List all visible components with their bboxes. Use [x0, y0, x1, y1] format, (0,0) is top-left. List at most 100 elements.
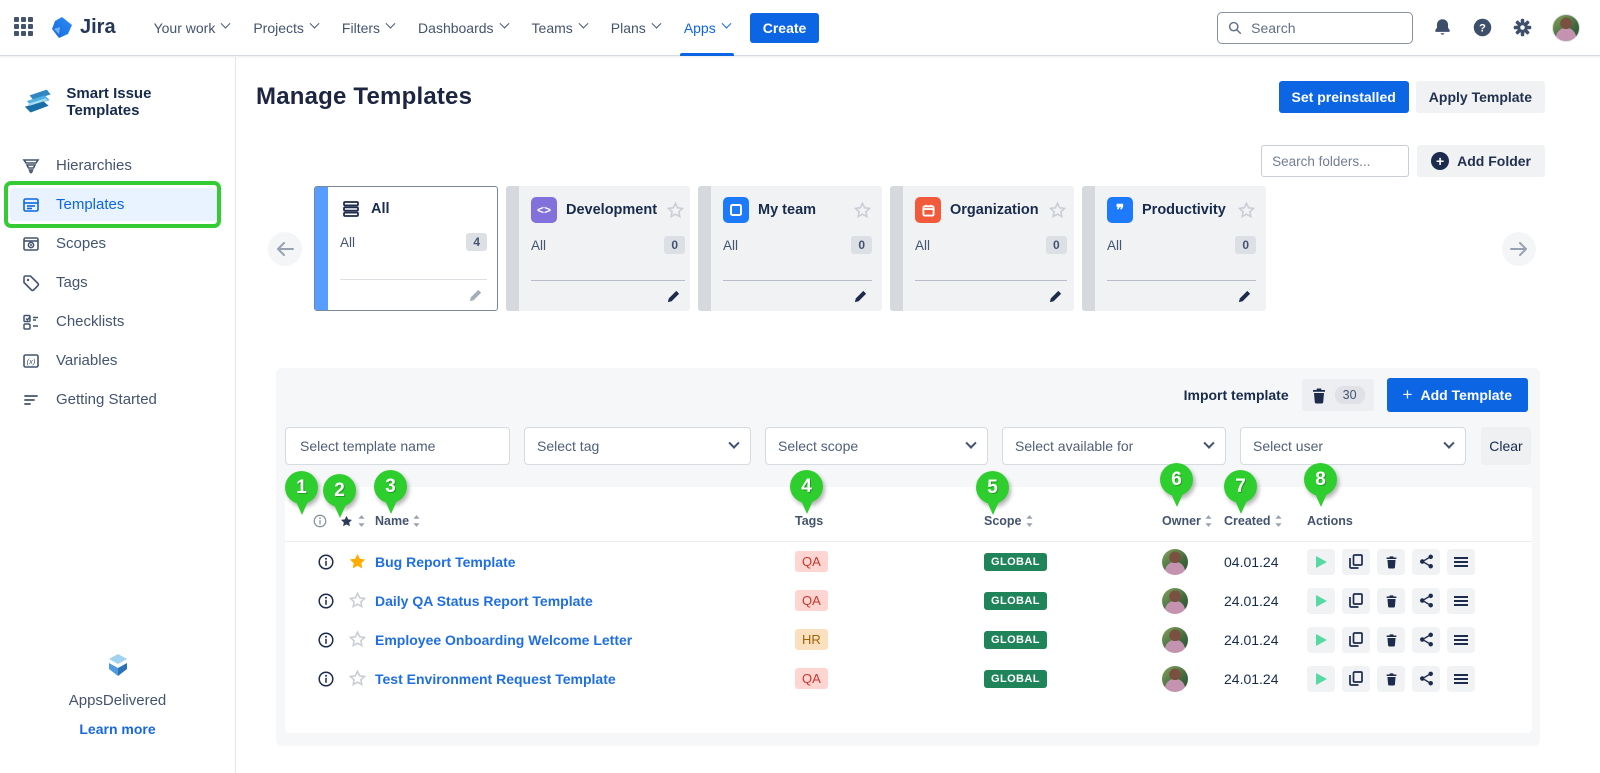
settings-button[interactable]	[1512, 17, 1533, 38]
create-button[interactable]: Create	[750, 13, 820, 43]
filter-user-select[interactable]: Select user	[1240, 427, 1466, 465]
play-icon	[1315, 594, 1328, 608]
row-favorite-button[interactable]	[339, 591, 375, 610]
share-button[interactable]	[1412, 666, 1440, 692]
owner-avatar	[1162, 549, 1188, 575]
nav-dashboards[interactable]: Dashboards	[406, 0, 520, 56]
import-template-link[interactable]: Import template	[1184, 387, 1289, 403]
delete-button[interactable]	[1377, 666, 1405, 692]
template-name-input[interactable]	[298, 437, 497, 455]
col-scope[interactable]: Scope	[984, 514, 1162, 528]
nav-teams[interactable]: Teams	[520, 0, 599, 56]
copy-button[interactable]	[1342, 549, 1370, 575]
folder-card-organization[interactable]: Organization All 0	[890, 186, 1074, 311]
edit-pencil-icon[interactable]	[1237, 289, 1252, 304]
row-info-button[interactable]	[313, 671, 339, 687]
nav-your-work[interactable]: Your work	[142, 0, 242, 56]
more-menu-button[interactable]	[1447, 666, 1475, 692]
template-name-link[interactable]: Employee Onboarding Welcome Letter	[375, 632, 795, 648]
add-folder-button[interactable]: + Add Folder	[1417, 145, 1545, 177]
star-icon[interactable]	[666, 201, 685, 220]
search-folders-input[interactable]	[1261, 145, 1409, 177]
info-icon	[318, 554, 334, 570]
filter-available-for-select[interactable]: Select available for	[1002, 427, 1226, 465]
nav-filters[interactable]: Filters	[330, 0, 406, 56]
apply-play-button[interactable]	[1307, 627, 1335, 653]
clear-filters-button[interactable]: Clear	[1481, 427, 1531, 465]
nav-apps[interactable]: Apps	[672, 0, 742, 56]
set-preinstalled-button[interactable]: Set preinstalled	[1279, 81, 1409, 113]
apply-play-button[interactable]	[1307, 588, 1335, 614]
sidebar-item-scopes[interactable]: Scopes	[10, 227, 217, 260]
sidebar-item-templates[interactable]: Templates	[10, 188, 217, 221]
delete-button[interactable]	[1377, 549, 1405, 575]
template-name-link[interactable]: Test Environment Request Template	[375, 671, 795, 687]
edit-pencil-icon[interactable]	[853, 289, 868, 304]
sidebar-item-checklists[interactable]: Checklists	[10, 305, 217, 338]
edit-pencil-icon[interactable]	[1048, 289, 1063, 304]
folder-name: Organization	[950, 202, 1039, 218]
notifications-button[interactable]	[1432, 17, 1453, 38]
filter-scope-select[interactable]: Select scope	[765, 427, 988, 465]
app-switcher-icon[interactable]	[14, 17, 36, 39]
row-favorite-button[interactable]	[339, 552, 375, 571]
card-stripe	[698, 186, 711, 311]
sidebar-item-variables[interactable]: (x) Variables	[10, 344, 217, 377]
copy-button[interactable]	[1342, 666, 1370, 692]
star-icon[interactable]	[1237, 201, 1256, 220]
bulk-trash-button[interactable]: 30	[1302, 379, 1374, 411]
share-button[interactable]	[1412, 549, 1440, 575]
folder-card-all[interactable]: All All 4	[314, 186, 498, 311]
template-name-link[interactable]: Daily QA Status Report Template	[375, 593, 795, 609]
nav-projects[interactable]: Projects	[241, 0, 330, 56]
apply-play-button[interactable]	[1307, 666, 1335, 692]
apply-template-button[interactable]: Apply Template	[1416, 81, 1545, 113]
nav-plans[interactable]: Plans	[599, 0, 672, 56]
jira-logo[interactable]: Jira	[50, 16, 116, 40]
help-button[interactable]: ?	[1472, 17, 1493, 38]
folder-card-my-team[interactable]: My team All 0	[698, 186, 882, 311]
user-avatar[interactable]	[1552, 14, 1580, 42]
copy-icon	[1349, 671, 1363, 686]
copy-button[interactable]	[1342, 588, 1370, 614]
filter-template-name[interactable]	[285, 427, 510, 465]
more-menu-button[interactable]	[1447, 627, 1475, 653]
template-name-link[interactable]: Bug Report Template	[375, 554, 795, 570]
col-name[interactable]: Name	[375, 514, 795, 528]
owner-avatar	[1162, 666, 1188, 692]
row-favorite-button[interactable]	[339, 630, 375, 649]
edit-pencil-icon[interactable]	[666, 289, 681, 304]
add-template-button[interactable]: + Add Template	[1387, 378, 1528, 412]
global-search[interactable]	[1217, 12, 1413, 44]
delete-button[interactable]	[1377, 627, 1405, 653]
learn-more-link[interactable]: Learn more	[79, 721, 155, 737]
col-owner[interactable]: Owner	[1162, 514, 1224, 528]
star-icon[interactable]	[853, 201, 872, 220]
share-button[interactable]	[1412, 588, 1440, 614]
folder-sub-label: All	[340, 235, 355, 250]
jira-wordmark: Jira	[80, 16, 116, 39]
search-input[interactable]	[1249, 19, 1402, 37]
sidebar: Smart Issue Templates Hierarchies Templa…	[0, 57, 236, 773]
carousel-prev-button[interactable]	[268, 232, 302, 266]
folder-card-development[interactable]: <> Development All 0	[506, 186, 690, 311]
row-info-button[interactable]	[313, 593, 339, 609]
apply-play-button[interactable]	[1307, 549, 1335, 575]
row-info-button[interactable]	[313, 632, 339, 648]
star-icon[interactable]	[1048, 201, 1067, 220]
sidebar-item-hierarchies[interactable]: Hierarchies	[10, 149, 217, 182]
sidebar-item-getting-started[interactable]: Getting Started	[10, 383, 217, 416]
share-button[interactable]	[1412, 627, 1440, 653]
sidebar-item-tags[interactable]: Tags	[10, 266, 217, 299]
more-menu-button[interactable]	[1447, 549, 1475, 575]
row-info-button[interactable]	[313, 554, 339, 570]
carousel-next-button[interactable]	[1502, 232, 1536, 266]
folder-card-productivity[interactable]: ❞ Productivity All 0	[1082, 186, 1266, 311]
filter-tag-select[interactable]: Select tag	[524, 427, 751, 465]
more-menu-button[interactable]	[1447, 588, 1475, 614]
col-created[interactable]: Created	[1224, 514, 1307, 528]
row-favorite-button[interactable]	[339, 669, 375, 688]
edit-pencil-icon[interactable]	[468, 288, 483, 303]
delete-button[interactable]	[1377, 588, 1405, 614]
copy-button[interactable]	[1342, 627, 1370, 653]
